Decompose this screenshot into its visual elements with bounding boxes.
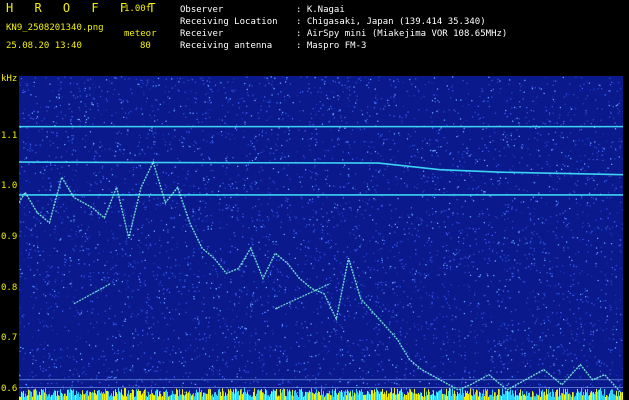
- receiver-value: : AirSpy mini (Miakejima VOR 108.65MHz): [296, 29, 508, 39]
- y-axis-label: kHz: [1, 74, 18, 84]
- plot-background: [19, 76, 623, 400]
- meteor-count: 80: [140, 41, 151, 51]
- spectrogram-svg: [19, 76, 623, 400]
- antenna-label: Receiving antenna: [180, 41, 273, 51]
- y-tick-0.9: 0.9: [1, 232, 18, 242]
- y-tick-0.7: 0.7: [1, 333, 18, 344]
- location-value: : Chigasaki, Japan (139.414 35.340): [296, 17, 486, 27]
- observer-label: Observer: [180, 5, 224, 15]
- spectrogram-plot: [19, 76, 623, 400]
- observer-value: : K.Nagai: [296, 5, 345, 15]
- y-tick-0.8: 0.8: [1, 282, 18, 293]
- datetime-label: 25.08.20 13:40: [6, 41, 82, 51]
- version-label: 1.00f: [124, 4, 152, 14]
- filename-label: KN9_2508201340.png: [6, 23, 104, 33]
- antenna-value: : Maspro FM-3: [296, 41, 367, 51]
- receiver-label: Receiver: [180, 29, 224, 39]
- header-panel: H R O F F T 1.00f KN9_2508201340.png met…: [0, 0, 629, 72]
- meteor-label: meteor: [124, 29, 157, 39]
- location-label: Receiving Location: [180, 17, 278, 27]
- y-tick-1.1: 1.1: [1, 130, 18, 141]
- y-tick-0.6: 0.6: [1, 383, 18, 394]
- y-tick-1.0: 1.0: [1, 181, 18, 192]
